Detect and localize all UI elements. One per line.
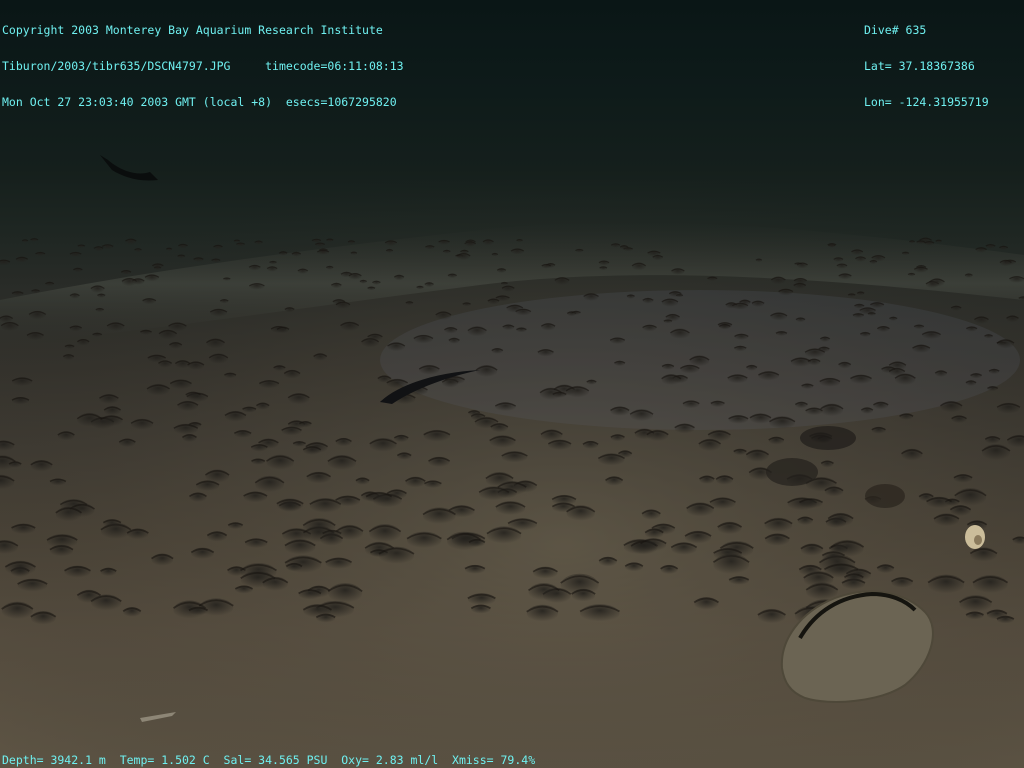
date-esecs-line: Mon Oct 27 23:03:40 2003 GMT (local +8) … — [2, 95, 397, 109]
clam-pit — [379, 546, 414, 565]
dive-number: Dive# 635 — [864, 23, 927, 37]
longitude: Lon= -124.31955719 — [864, 95, 989, 109]
clam-pit — [928, 574, 965, 595]
file-timecode-line: Tiburon/2003/tibr635/DSCN4797.JPG timeco… — [2, 59, 404, 73]
shell-pit — [865, 484, 905, 508]
snail-shell-whorl — [974, 535, 982, 545]
header-right-overlay: Dive# 635 Lat= 37.18367386 Lon= -124.319… — [864, 0, 989, 132]
shell-pit — [766, 458, 818, 486]
clam-pit — [820, 403, 844, 417]
latitude: Lat= 37.18367386 — [864, 59, 975, 73]
shell-pit — [800, 426, 856, 450]
clam-pit — [973, 575, 1008, 594]
clam-pit — [982, 444, 1010, 461]
copyright-line: Copyright 2003 Monterey Bay Aquarium Res… — [2, 23, 383, 37]
clam-pit — [327, 455, 357, 471]
sensor-readout-footer: Depth= 3942.1 m Temp= 1.502 C Sal= 34.56… — [2, 753, 536, 767]
clam-pit — [255, 475, 284, 493]
clam-pit — [369, 524, 401, 543]
header-left-overlay: Copyright 2003 Monterey Bay Aquarium Res… — [2, 0, 404, 132]
clam-pit — [423, 507, 456, 525]
clam-pit — [303, 518, 336, 537]
debris-fragment — [100, 155, 158, 181]
seafloor-photo-frame: Copyright 2003 Monterey Bay Aquarium Res… — [0, 0, 1024, 768]
clam-pit — [954, 488, 987, 507]
clam-pit — [328, 583, 363, 604]
clam-pit — [831, 539, 864, 558]
